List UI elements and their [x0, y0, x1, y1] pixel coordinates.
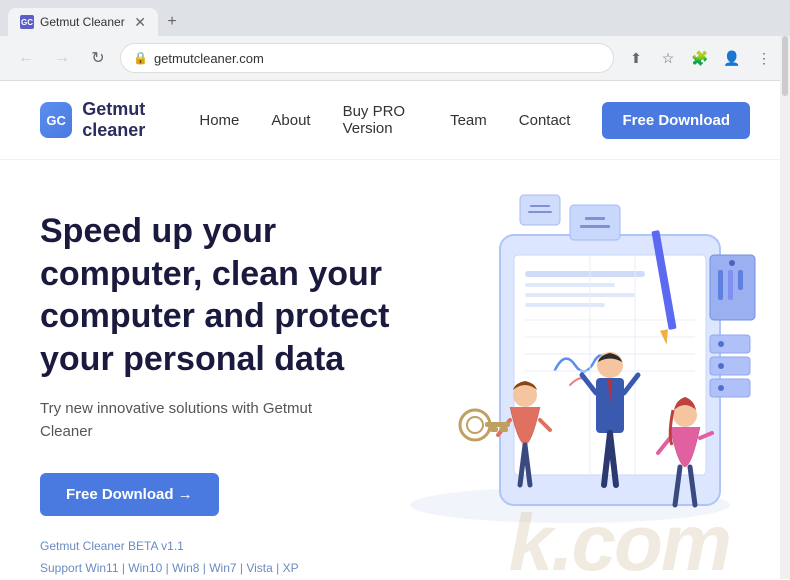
website-content: GC Getmut cleaner Home About Buy PRO Ver… — [0, 81, 790, 580]
address-bar: ← → ↻ 🔒 getmutcleaner.com ⬆ ☆ 🧩 👤 ⋮ — [0, 36, 790, 80]
back-button[interactable]: ← — [12, 44, 40, 72]
hero-meta-support: Support Win11 | Win10 | Win8 | Win7 | Vi… — [40, 558, 750, 580]
nav-home[interactable]: Home — [199, 112, 239, 129]
nav-team[interactable]: Team — [450, 112, 487, 129]
scrollbar-track[interactable] — [780, 36, 790, 579]
hero-meta: Getmut Cleaner BETA v1.1 Support Win11 |… — [40, 536, 750, 579]
nav-about[interactable]: About — [271, 112, 310, 129]
share-icon[interactable]: ⬆ — [622, 44, 650, 72]
hero-title: Speed up your computer, clean your compu… — [40, 210, 410, 380]
active-tab[interactable]: GC Getmut Cleaner ✕ — [8, 8, 158, 36]
nav-links: Home About Buy PRO Version Team Contact — [199, 103, 570, 137]
toolbar-icons: ⬆ ☆ 🧩 👤 ⋮ — [622, 44, 778, 72]
hero-section: Speed up your computer, clean your compu… — [0, 160, 790, 580]
url-bar[interactable]: 🔒 getmutcleaner.com — [120, 43, 614, 73]
logo-icon: GC — [40, 102, 72, 138]
tab-favicon: GC — [20, 15, 34, 29]
extensions-icon[interactable]: 🧩 — [686, 44, 714, 72]
lock-icon: 🔒 — [133, 51, 148, 65]
tab-close-button[interactable]: ✕ — [134, 15, 146, 29]
site-navbar: GC Getmut cleaner Home About Buy PRO Ver… — [0, 81, 790, 160]
hero-meta-version: Getmut Cleaner BETA v1.1 — [40, 536, 750, 558]
tab-bar: GC Getmut Cleaner ✕ + — [0, 0, 790, 36]
menu-icon[interactable]: ⋮ — [750, 44, 778, 72]
forward-button[interactable]: → — [48, 44, 76, 72]
nav-buy-pro[interactable]: Buy PRO Version — [343, 103, 419, 137]
brand-name: Getmut cleaner — [82, 99, 199, 141]
navbar-download-button[interactable]: Free Download — [602, 102, 750, 139]
site-logo[interactable]: GC Getmut cleaner — [40, 99, 199, 141]
refresh-button[interactable]: ↻ — [84, 44, 112, 72]
profile-icon[interactable]: 👤 — [718, 44, 746, 72]
tab-title: Getmut Cleaner — [40, 15, 128, 29]
new-tab-button[interactable]: + — [158, 8, 186, 36]
hero-content: Speed up your computer, clean your compu… — [40, 200, 750, 579]
url-text: getmutcleaner.com — [154, 51, 601, 66]
nav-contact[interactable]: Contact — [519, 112, 571, 129]
scrollbar-thumb[interactable] — [782, 36, 788, 96]
bookmark-icon[interactable]: ☆ — [654, 44, 682, 72]
browser-chrome: GC Getmut Cleaner ✕ + ← → ↻ 🔒 getmutclea… — [0, 0, 790, 81]
hero-download-button[interactable]: Free Download → — [40, 473, 219, 516]
hero-subtitle: Try new innovative solutions with Getmut… — [40, 398, 360, 443]
